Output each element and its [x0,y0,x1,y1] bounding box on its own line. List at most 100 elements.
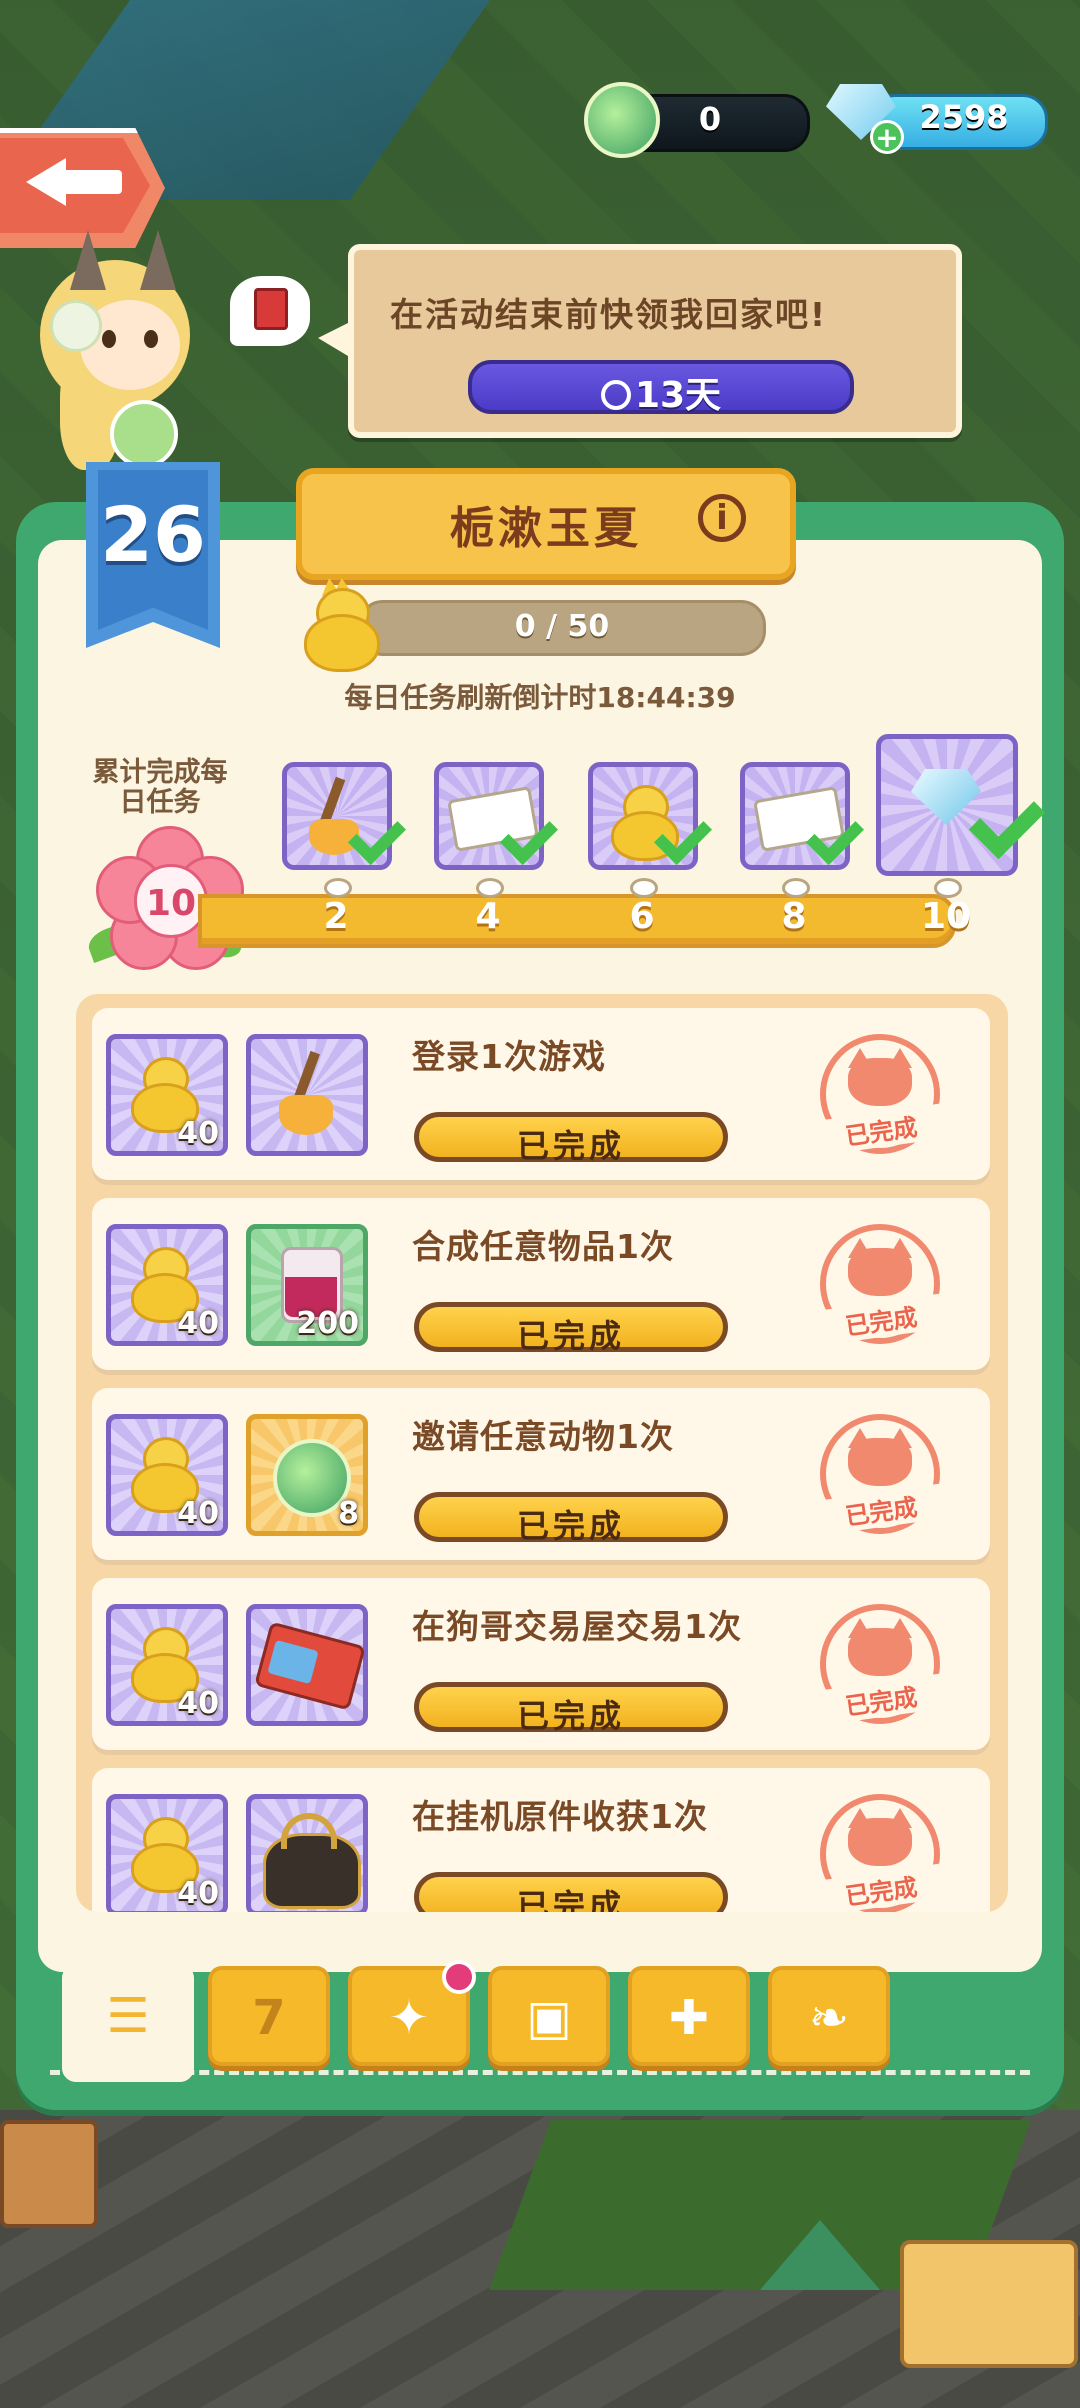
duck-progress-bar: 0 / 50 [358,600,766,656]
milestone-pin [324,878,352,898]
task-row: 40 8 邀请任意动物1次 已完成 已完成 [92,1388,990,1560]
cat-stamp-icon [848,1818,912,1866]
milestone-pin [782,878,810,898]
calendar-icon: 7 [252,1990,286,2046]
milestone-step: 8 [781,896,807,937]
stamp-label: 已完成 [814,1863,948,1912]
daily-refresh-countdown: 每日任务刷新倒计时18:44:39 [344,681,736,714]
food-cart [900,2240,1078,2368]
tab-gift[interactable]: ✚ [628,1966,750,2066]
task-item-slot [246,1034,368,1156]
tab-cards[interactable]: ▣ [488,1966,610,2066]
reward-count: 40 [177,1306,219,1341]
character-avatar [20,230,200,470]
milestone-pin [476,878,504,898]
cards-icon: ▣ [526,1990,572,2046]
stamp-label: 已完成 [814,1673,948,1726]
back-arrow-icon [26,158,122,206]
reward-count: 40 [177,1876,219,1911]
reward-count: 40 [177,1686,219,1721]
cat-stamp-icon [848,1058,912,1106]
task-complete-button[interactable]: 已完成 [414,1492,728,1545]
progress-text: 0 / 50 [514,609,610,644]
panel-dashed-border [50,2070,1030,2075]
duck-icon [300,578,380,672]
tab-calendar[interactable]: 7 [208,1966,330,2066]
speech-message: 在活动结束前快领我回家吧! [390,295,828,334]
timer-value: 13天 [634,375,722,416]
task-reward-slot: 40 [106,1794,228,1912]
cumulative-label: 累计完成每日任务 [92,757,228,818]
item-count: 200 [296,1306,359,1341]
stamp-label: 已完成 [814,1103,948,1156]
task-item-slot: 8 [246,1414,368,1536]
task-row: 40 200 合成任意物品1次 已完成 已完成 [92,1198,990,1370]
event-timer: 13天 [468,360,854,416]
completed-stamp: 已完成 [814,1414,948,1536]
event-title-plate: 栀漱玉夏 i [296,468,796,580]
milestone-step: 10 [920,896,972,937]
book-icon [254,288,288,330]
item-count: 8 [338,1496,359,1531]
task-reward-slot: 40 [106,1224,228,1346]
gift-icon: ✚ [668,1990,710,2046]
info-icon[interactable]: i [698,494,746,542]
add-gems-button[interactable]: + [870,120,904,154]
button-label: 已完成 [516,1317,625,1355]
completed-stamp: 已完成 [814,1794,948,1912]
milestone-step: 6 [629,896,655,937]
task-title: 登录1次游戏 [412,1037,606,1076]
task-complete-button[interactable]: 已完成 [414,1112,728,1165]
timer-text: 13天 [472,366,850,418]
cat-stamp-icon [848,1628,912,1676]
task-title: 在狗哥交易屋交易1次 [412,1607,742,1646]
reward-count: 40 [177,1496,219,1531]
tab-leaf[interactable]: ❧ [768,1966,890,2066]
task-item-slot: 200 [246,1224,368,1346]
task-reward-slot: 40 [106,1604,228,1726]
shop-stall [0,2120,98,2228]
task-row: 40 在狗哥交易屋交易1次 已完成 已完成 [92,1578,990,1750]
button-label: 已完成 [516,1507,625,1545]
leaf-icon: ❧ [808,1990,850,2046]
list-icon: ☰ [106,1988,150,2044]
gem-count: 2598 [919,98,1009,136]
task-reward-slot: 40 [106,1034,228,1156]
task-reward-slot: 40 [106,1414,228,1536]
task-title: 邀请任意动物1次 [412,1417,674,1456]
clock-icon [600,380,631,410]
milestone-pin [934,878,962,898]
stamp-label: 已完成 [814,1293,948,1346]
button-label: 已完成 [516,1697,625,1735]
task-complete-button[interactable]: 已完成 [414,1302,728,1355]
button-label: 已完成 [516,1887,625,1912]
completed-stamp: 已完成 [814,1604,948,1726]
completed-stamp: 已完成 [814,1034,948,1156]
notification-dot [442,1960,476,1994]
leaf-orb-icon [584,82,660,158]
button-label: 已完成 [516,1127,625,1165]
cat-stamp-icon [848,1248,912,1296]
task-row: 40 在挂机原件收获1次 已完成 已完成 [92,1768,990,1912]
task-complete-button[interactable]: 已完成 [414,1872,728,1912]
task-title: 在挂机原件收获1次 [412,1797,708,1836]
completed-count: 10 [145,883,197,924]
task-row: 40 登录1次游戏 已完成 已完成 [92,1008,990,1180]
cat-stamp-icon [848,1438,912,1486]
horn-icon: ✦ [388,1990,430,2046]
tab-daily-tasks[interactable]: ☰ [62,1964,194,2082]
level-number: 26 [100,490,206,579]
milestone-step: 2 [323,896,349,937]
task-title: 合成任意物品1次 [412,1227,674,1266]
task-item-slot [246,1794,368,1912]
milestone-pin [630,878,658,898]
leaf-count: 0 [698,100,722,138]
task-list[interactable]: 40 登录1次游戏 已完成 已完成 40 200 合成任意物品1次 已完成 已完… [76,994,1008,1912]
task-item-slot [246,1604,368,1726]
milestone-step: 4 [475,896,501,937]
stamp-label: 已完成 [814,1483,948,1536]
reward-count: 40 [177,1116,219,1151]
task-complete-button[interactable]: 已完成 [414,1682,728,1735]
gem-icon [911,769,981,825]
speech-bubble: 在活动结束前快领我回家吧! 13天 [348,244,962,438]
